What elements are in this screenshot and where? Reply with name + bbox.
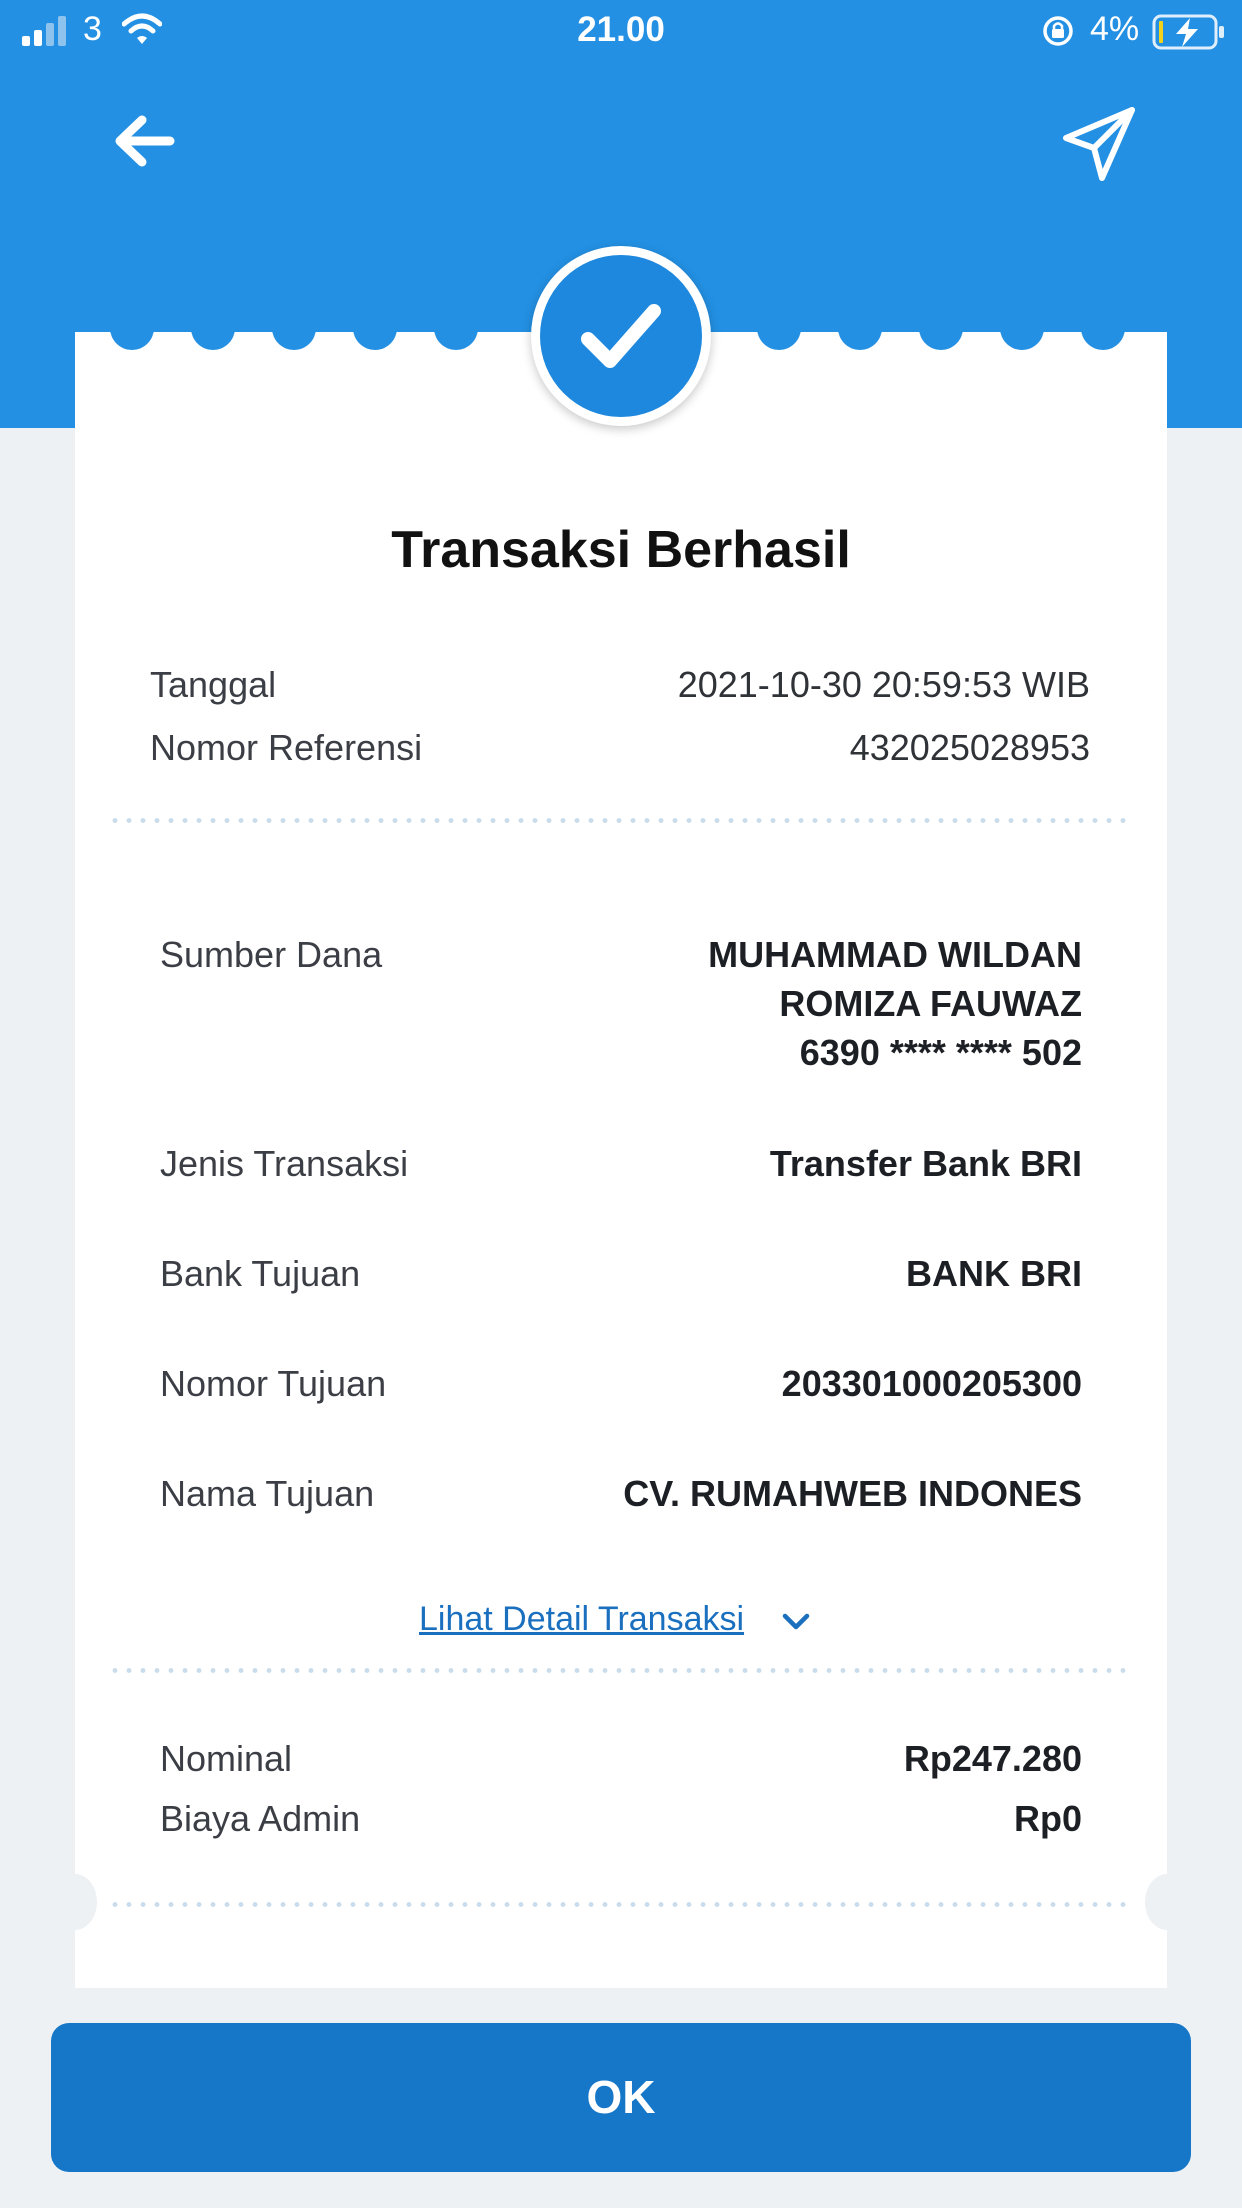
date-label: Tanggal	[150, 664, 277, 705]
transaction-type-value: Transfer Bank BRI	[769, 1143, 1082, 1184]
share-button[interactable]	[1060, 104, 1140, 184]
date-value: 2021-10-30 20:59:53 WIB	[677, 664, 1090, 705]
receipt-scallop	[1081, 320, 1125, 350]
destination-bank-value: BANK BRI	[906, 1253, 1082, 1294]
reference-value: 432025028953	[849, 727, 1090, 768]
destination-name-value: CV. RUMAHWEB INDONES	[623, 1473, 1082, 1514]
receipt-notch-right	[1145, 1874, 1189, 1930]
nominal-label: Nominal	[160, 1738, 293, 1779]
destination-number-label: Nomor Tujuan	[160, 1363, 387, 1404]
dotted-divider	[108, 1902, 1134, 1907]
nominal-value: Rp247.280	[903, 1738, 1082, 1779]
receipt-scallop	[757, 320, 801, 350]
source-funds-name-1: MUHAMMAD WILDAN	[708, 934, 1082, 975]
view-transaction-detail-link[interactable]: Lihat Detail Transaksi	[419, 1600, 744, 1639]
checkmark-icon	[581, 304, 661, 368]
receipt-scallop	[838, 320, 882, 350]
receipt-scallop	[434, 320, 478, 350]
source-funds-account: 6390 **** **** 502	[799, 1032, 1082, 1073]
dotted-divider	[108, 1668, 1134, 1673]
battery-percent: 4%	[1090, 10, 1140, 48]
source-funds-label: Sumber Dana	[160, 934, 383, 975]
ok-button[interactable]: OK	[51, 2023, 1191, 2172]
transaction-type-label: Jenis Transaksi	[160, 1143, 409, 1184]
back-button[interactable]	[108, 108, 178, 174]
source-funds-name-2: ROMIZA FAUWAZ	[779, 983, 1082, 1024]
reference-label: Nomor Referensi	[150, 727, 423, 768]
receipt-scallop	[353, 320, 397, 350]
page-title: Transaksi Berhasil	[391, 521, 851, 579]
admin-fee-label: Biaya Admin	[160, 1798, 361, 1839]
receipt-scallop	[191, 320, 235, 350]
receipt-scallop	[272, 320, 316, 350]
destination-number-value: 203301000205300	[781, 1363, 1082, 1404]
receipt-scallop	[1000, 320, 1044, 350]
chevron-down-icon[interactable]	[782, 1612, 810, 1632]
receipt-scallop	[110, 320, 154, 350]
dotted-divider	[108, 818, 1134, 823]
rotation-lock-icon	[1043, 16, 1073, 46]
destination-bank-label: Bank Tujuan	[160, 1253, 361, 1294]
admin-fee-value: Rp0	[1013, 1798, 1082, 1839]
success-badge	[531, 246, 711, 426]
status-bar: 3 21.00 4%	[0, 0, 1242, 64]
battery-charging-icon	[1152, 14, 1224, 50]
destination-name-label: Nama Tujuan	[160, 1473, 375, 1514]
receipt-scallop	[919, 320, 963, 350]
receipt-notch-left	[53, 1874, 97, 1930]
